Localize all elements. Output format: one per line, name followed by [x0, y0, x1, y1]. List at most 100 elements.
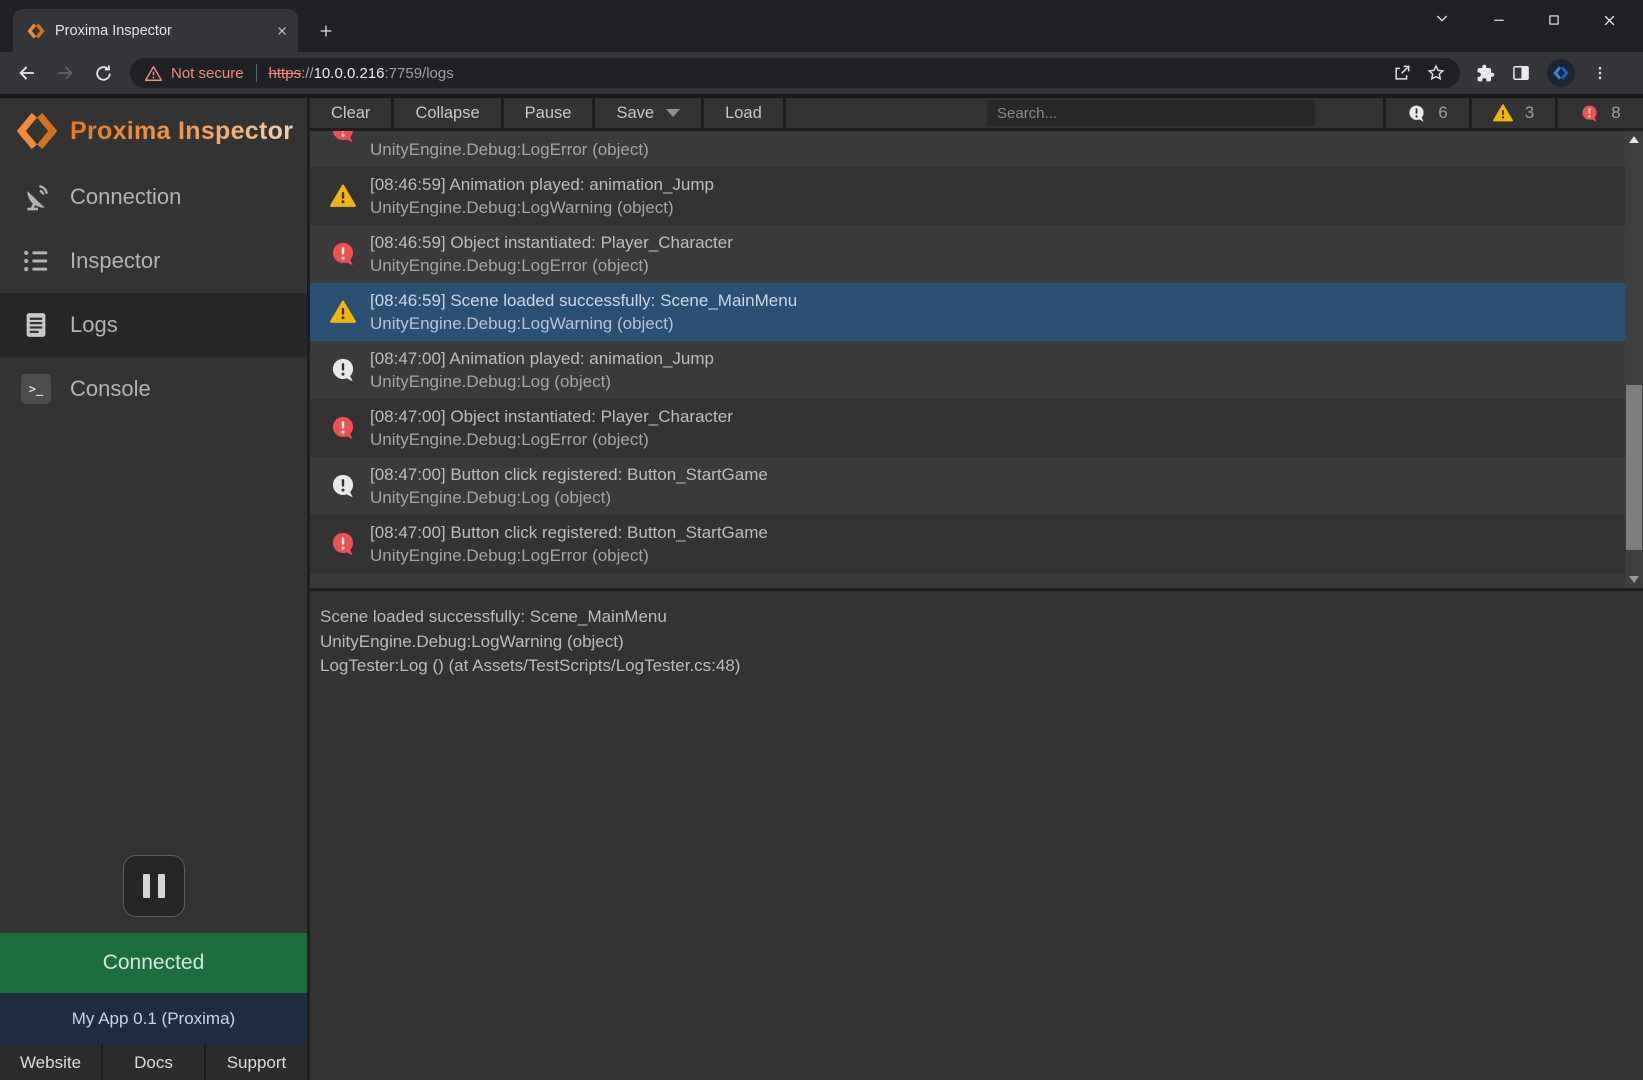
log-stack: UnityEngine.Debug:LogWarning (object) — [370, 312, 797, 335]
url-scheme: https — [269, 65, 302, 82]
tab-title: Proxima Inspector — [55, 23, 266, 39]
log-row[interactable]: [08:47:00] Animation played: animation_J… — [310, 341, 1643, 399]
sidebar-item-console[interactable]: >_ Console — [0, 357, 307, 421]
log-stack: UnityEngine.Debug:LogError (object) — [370, 428, 733, 451]
log-message: [08:46:59] Animation played: animation_J… — [370, 173, 714, 196]
info-icon — [330, 357, 356, 383]
info-bubble-icon — [1407, 104, 1426, 123]
scroll-down-arrow-icon[interactable] — [1625, 571, 1643, 588]
log-message: [08:46:59] Object instantiated: Player_C… — [370, 231, 733, 254]
bookmark-star-icon[interactable] — [1426, 63, 1446, 83]
load-button[interactable]: Load — [704, 98, 786, 128]
new-tab-button[interactable] — [312, 17, 340, 45]
warning-count-toggle[interactable]: 3 — [1469, 98, 1555, 128]
sidebar-footer: Website Docs Support — [0, 1045, 307, 1080]
reload-button[interactable] — [86, 56, 120, 90]
browser-titlebar: Proxima Inspector — [0, 0, 1643, 52]
logs-toolbar: Clear Collapse Pause Save Load 6 — [310, 98, 1643, 131]
share-icon[interactable] — [1392, 63, 1412, 83]
next-log-row-sliver — [310, 573, 1643, 588]
browser-menu-kebab-icon[interactable] — [1591, 64, 1609, 82]
sidebar-item-connection[interactable]: Connection — [0, 165, 307, 229]
forward-button[interactable] — [48, 56, 82, 90]
omnibox-separator — [256, 64, 257, 82]
proxima-logo-icon — [16, 110, 58, 152]
log-stack: UnityEngine.Debug:LogError (object) — [370, 254, 733, 277]
log-message: [08:47:00] Button click registered: Butt… — [370, 463, 768, 486]
window-close-button[interactable] — [1586, 0, 1632, 40]
search-input[interactable] — [987, 100, 1315, 126]
log-scrollbar[interactable] — [1625, 131, 1643, 588]
scrollbar-thumb[interactable] — [1626, 385, 1642, 550]
log-stack: UnityEngine.Debug:LogWarning (object) — [370, 196, 714, 219]
error-bubble-icon — [1580, 104, 1599, 123]
log-list: UnityEngine.Debug:LogError (object) [08:… — [310, 131, 1643, 588]
log-stack: UnityEngine.Debug:Log (object) — [370, 370, 714, 393]
detail-stack-2: LogTester:Log () (at Assets/TestScripts/… — [320, 654, 1633, 679]
error-count-toggle[interactable]: 8 — [1555, 98, 1643, 128]
log-row-selected[interactable]: [08:46:59] Scene loaded successfully: Sc… — [310, 283, 1643, 341]
error-count: 8 — [1611, 103, 1620, 123]
log-message: [08:47:00] Animation played: animation_J… — [370, 347, 714, 370]
satellite-icon — [18, 181, 54, 213]
url-path: :7759/logs — [385, 65, 454, 82]
save-dropdown-caret-icon[interactable] — [666, 109, 680, 117]
log-row[interactable]: [08:47:00] Object instantiated: Player_C… — [310, 399, 1643, 457]
log-row[interactable]: [08:46:59] Animation played: animation_J… — [310, 167, 1643, 225]
sidebar: Proxima Inspector Connection — [0, 98, 310, 1080]
website-link[interactable]: Website — [0, 1045, 101, 1080]
sidebar-item-inspector[interactable]: Inspector — [0, 229, 307, 293]
error-icon — [330, 241, 356, 267]
info-count-toggle[interactable]: 6 — [1383, 98, 1469, 128]
collapse-button[interactable]: Collapse — [394, 98, 503, 128]
window-minimize-button[interactable] — [1476, 0, 1522, 40]
tab-close-icon[interactable] — [276, 25, 288, 37]
omnibox[interactable]: Not secure https://10.0.0.216:7759/logs — [130, 58, 1460, 88]
log-detail-panel: Scene loaded successfully: Scene_MainMen… — [310, 588, 1643, 1080]
log-row[interactable]: UnityEngine.Debug:LogError (object) — [310, 131, 1643, 167]
list-icon — [18, 246, 54, 276]
log-row[interactable]: [08:47:00] Button click registered: Butt… — [310, 515, 1643, 573]
window-maximize-button[interactable] — [1531, 0, 1577, 40]
docs-link[interactable]: Docs — [101, 1045, 204, 1080]
error-icon — [330, 131, 356, 144]
sidebar-item-label: Inspector — [70, 248, 161, 274]
side-panel-icon[interactable] — [1511, 63, 1531, 83]
security-label[interactable]: Not secure — [171, 65, 244, 82]
support-link[interactable]: Support — [204, 1045, 307, 1080]
proxima-favicon-icon — [27, 22, 45, 40]
warning-triangle-icon — [1493, 103, 1513, 123]
document-icon — [18, 310, 54, 340]
url-separator: :// — [301, 65, 314, 82]
log-stack: UnityEngine.Debug:Log (object) — [370, 486, 768, 509]
sidebar-nav: Connection Inspector — [0, 165, 307, 421]
detail-message: Scene loaded successfully: Scene_MainMen… — [320, 605, 1633, 630]
extensions-puzzle-icon[interactable] — [1476, 64, 1495, 83]
pause-connection-button[interactable] — [123, 855, 185, 917]
app-info-bar: My App 0.1 (Proxima) — [0, 993, 307, 1045]
clear-button[interactable]: Clear — [310, 98, 394, 128]
warning-icon — [330, 183, 356, 209]
sidebar-item-logs[interactable]: Logs — [0, 293, 307, 357]
warning-icon — [330, 299, 356, 325]
log-message: [08:47:00] Button click registered: Butt… — [370, 521, 768, 544]
save-button[interactable]: Save — [595, 98, 704, 128]
log-message: [08:47:00] Object instantiated: Player_C… — [370, 405, 733, 428]
profile-avatar[interactable] — [1547, 59, 1575, 87]
log-row[interactable]: [08:47:00] Button click registered: Butt… — [310, 457, 1643, 515]
sidebar-item-label: Console — [70, 376, 151, 402]
tab-search-chevron-icon[interactable] — [1428, 4, 1456, 32]
browser-tab[interactable]: Proxima Inspector — [13, 9, 298, 52]
url-host: 10.0.0.216 — [314, 65, 385, 82]
sidebar-item-label: Logs — [70, 312, 118, 338]
error-icon — [330, 415, 356, 441]
scroll-up-arrow-icon[interactable] — [1625, 131, 1643, 148]
pause-logs-button[interactable]: Pause — [504, 98, 596, 128]
pause-icon — [143, 874, 150, 898]
log-row[interactable]: [08:46:59] Object instantiated: Player_C… — [310, 225, 1643, 283]
brand: Proxima Inspector — [0, 98, 307, 156]
back-button[interactable] — [10, 56, 44, 90]
app-content: Proxima Inspector Connection — [0, 94, 1643, 1080]
warning-count: 3 — [1525, 103, 1534, 123]
url-text[interactable]: https://10.0.0.216:7759/logs — [269, 65, 1392, 82]
